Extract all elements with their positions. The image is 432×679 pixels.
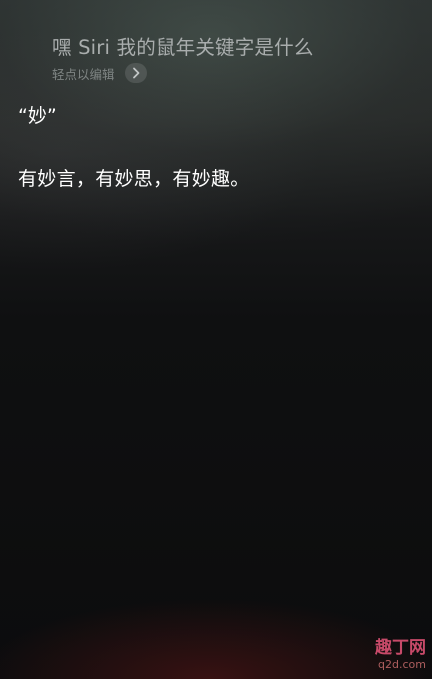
tap-to-edit-label[interactable]: 轻点以编辑 xyxy=(52,64,115,83)
siri-background xyxy=(0,0,432,679)
watermark-logo: 趣丁网 q2d.com xyxy=(375,638,426,671)
chevron-right-icon xyxy=(132,67,139,79)
siri-answer-keyword: “妙” xyxy=(18,105,57,127)
siri-request-text[interactable]: 嘿 Siri 我的鼠年关键字是什么 xyxy=(52,31,314,60)
siri-answer-text: 有妙言，有妙思，有妙趣。 xyxy=(18,168,250,190)
watermark-url: q2d.com xyxy=(378,658,426,671)
edit-chevron-button[interactable] xyxy=(124,63,147,83)
watermark-title: 趣丁网 xyxy=(375,638,426,658)
tap-to-edit-row[interactable]: 轻点以编辑 xyxy=(52,63,147,83)
